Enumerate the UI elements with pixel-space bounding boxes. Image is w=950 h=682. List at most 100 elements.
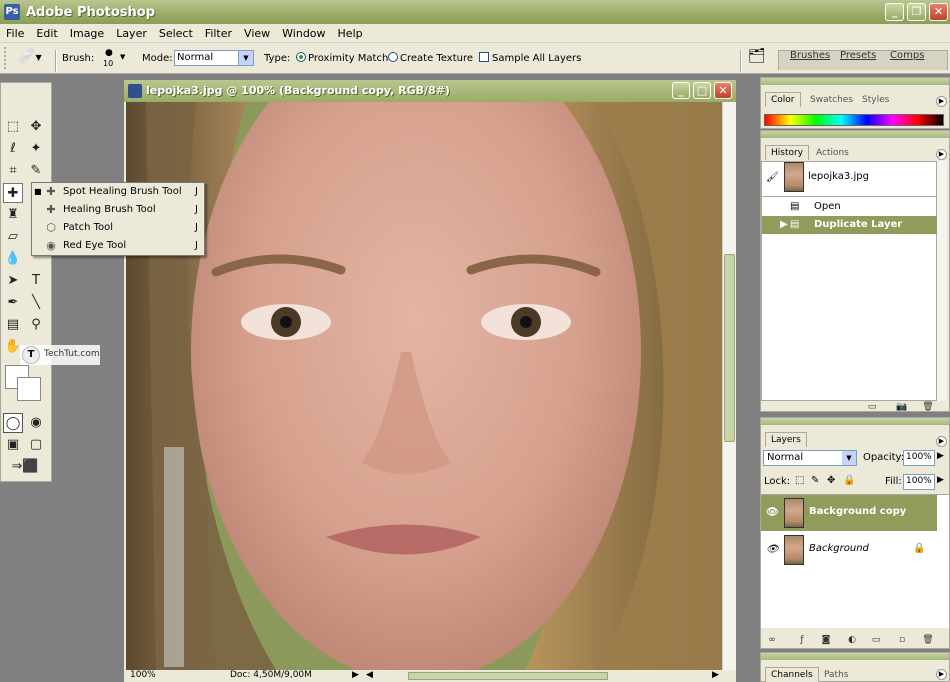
- menu-image[interactable]: Image: [64, 27, 110, 40]
- fullscreen-mode-icon[interactable]: ▢: [26, 435, 46, 455]
- flyout-item-patch[interactable]: ⬡ Patch Tool J: [32, 219, 204, 236]
- tab-layers[interactable]: Layers: [765, 432, 807, 447]
- palette-menu-icon[interactable]: ▶: [936, 436, 947, 447]
- flyout-item-healing-brush[interactable]: ✚ Healing Brush Tool J: [32, 201, 204, 218]
- tab-history[interactable]: History: [765, 145, 810, 160]
- marquee-tool-icon[interactable]: ⬚: [3, 117, 23, 137]
- notes-tool-icon[interactable]: ▤: [3, 315, 23, 335]
- pen-tool-icon[interactable]: ✒: [3, 293, 23, 313]
- crop-tool-icon[interactable]: ⌗: [3, 161, 23, 181]
- new-group-icon[interactable]: ▭: [869, 634, 883, 646]
- tab-styles[interactable]: Styles: [857, 93, 894, 107]
- menu-view[interactable]: View: [238, 27, 276, 40]
- palette-grip[interactable]: [761, 78, 949, 85]
- menu-window[interactable]: Window: [276, 27, 331, 40]
- type-tool-icon[interactable]: T: [26, 271, 46, 291]
- tab-color[interactable]: Color: [765, 92, 801, 107]
- trash-icon[interactable]: 🗑: [921, 634, 935, 646]
- lock-position-icon[interactable]: ✥: [827, 475, 835, 486]
- palette-grip[interactable]: [761, 131, 949, 138]
- snapshot-name[interactable]: lepojka3.jpg: [808, 171, 869, 182]
- eyedropper-tool-icon[interactable]: ⚲: [26, 315, 46, 335]
- jump-to-imageready-icon[interactable]: ⇒⬛: [3, 457, 47, 477]
- palette-grip[interactable]: [761, 653, 949, 660]
- menu-edit[interactable]: Edit: [30, 27, 63, 40]
- eraser-tool-icon[interactable]: ▱: [3, 227, 23, 247]
- tab-swatches[interactable]: Swatches: [805, 93, 858, 107]
- sample-all-layers-checkbox[interactable]: Sample All Layers: [479, 52, 581, 64]
- fill-slider-arrow-icon[interactable]: ▶: [937, 475, 944, 485]
- status-menu-arrow[interactable]: ▶: [352, 670, 359, 680]
- close-button[interactable]: ✕: [929, 3, 948, 21]
- healing-brush-tool-icon[interactable]: ✚: [3, 183, 23, 203]
- color-ramp[interactable]: [764, 114, 944, 126]
- layer-style-icon[interactable]: ƒ: [795, 634, 809, 646]
- radio-create-texture[interactable]: Create Texture: [388, 52, 473, 64]
- layer-row[interactable]: 👁 Background 🔒: [761, 532, 937, 568]
- palette-menu-icon[interactable]: ▶: [936, 669, 947, 680]
- layer-row-selected[interactable]: 👁 Background copy: [761, 495, 937, 531]
- image-canvas[interactable]: [126, 102, 722, 670]
- tab-channels[interactable]: Channels: [765, 667, 819, 682]
- adjustment-layer-icon[interactable]: ◐: [845, 634, 859, 646]
- zoom-level[interactable]: 100%: [130, 670, 156, 680]
- blur-tool-icon[interactable]: 💧: [3, 249, 23, 269]
- options-grip[interactable]: [4, 47, 16, 69]
- lock-image-icon[interactable]: ✎: [811, 475, 819, 486]
- mode-select[interactable]: Normal ▼: [174, 50, 254, 66]
- palette-menu-icon[interactable]: ▶: [936, 96, 947, 107]
- link-layers-icon[interactable]: ∞: [765, 634, 779, 646]
- menu-select[interactable]: Select: [153, 27, 199, 40]
- palette-grip[interactable]: [761, 418, 949, 425]
- fill-field[interactable]: 100%: [903, 474, 935, 490]
- palette-menu-icon[interactable]: ▶: [936, 149, 947, 160]
- slice-tool-icon[interactable]: ✎: [26, 161, 46, 181]
- quick-mask-icon[interactable]: ◉: [26, 413, 46, 433]
- opacity-slider-arrow-icon[interactable]: ▶: [937, 451, 944, 461]
- menu-filter[interactable]: Filter: [199, 27, 238, 40]
- clone-stamp-tool-icon[interactable]: ♜: [3, 205, 23, 225]
- history-item-selected[interactable]: ▶ ▤ Duplicate Layer: [762, 216, 938, 234]
- well-tab-presets[interactable]: Presets: [840, 50, 876, 61]
- brush-picker[interactable]: ● 10 ▼: [100, 47, 128, 69]
- menu-layer[interactable]: Layer: [110, 27, 153, 40]
- eye-icon[interactable]: 👁: [766, 507, 779, 518]
- well-tab-comps[interactable]: Comps: [890, 50, 924, 61]
- lock-all-icon[interactable]: 🔒: [843, 475, 855, 486]
- lock-transparency-icon[interactable]: ⬚: [795, 475, 804, 486]
- vertical-scrollbar[interactable]: [722, 102, 736, 670]
- scroll-right-arrow[interactable]: ▶: [712, 670, 719, 680]
- tab-actions[interactable]: Actions: [811, 146, 854, 160]
- new-snapshot-icon[interactable]: 📷: [895, 401, 909, 413]
- new-document-from-state-icon[interactable]: ▭: [865, 401, 879, 413]
- eye-icon[interactable]: 👁: [766, 544, 779, 555]
- move-tool-icon[interactable]: ✥: [26, 117, 46, 137]
- scrollbar-thumb[interactable]: [724, 254, 735, 442]
- flyout-item-spot-healing[interactable]: ■ ✚ Spot Healing Brush Tool J: [32, 183, 204, 200]
- radio-proximity-match[interactable]: Proximity Match: [296, 52, 388, 64]
- history-brush-icon[interactable]: 🖌: [766, 172, 779, 183]
- doc-close-button[interactable]: ✕: [714, 82, 732, 99]
- background-color-swatch[interactable]: [17, 377, 41, 401]
- menu-file[interactable]: File: [0, 27, 30, 40]
- menu-help[interactable]: Help: [332, 27, 369, 40]
- scroll-left-arrow[interactable]: ◀: [366, 670, 373, 680]
- minimize-button[interactable]: _: [885, 3, 904, 21]
- magic-wand-tool-icon[interactable]: ✦: [26, 139, 46, 159]
- well-tab-brushes[interactable]: Brushes: [790, 50, 830, 61]
- snapshot-thumbnail[interactable]: [784, 162, 804, 192]
- lasso-tool-icon[interactable]: ℓ: [3, 139, 23, 159]
- document-title-bar[interactable]: lepojka3.jpg @ 100% (Background copy, RG…: [124, 80, 736, 102]
- layer-mask-icon[interactable]: ◙: [819, 634, 833, 646]
- history-item[interactable]: ▤ Open: [762, 198, 938, 216]
- horizontal-scrollbar-thumb[interactable]: [408, 672, 608, 680]
- flyout-item-red-eye[interactable]: ◉ Red Eye Tool J: [32, 237, 204, 254]
- new-layer-icon[interactable]: ▫: [895, 634, 909, 646]
- doc-maximize-button[interactable]: □: [693, 82, 711, 99]
- standard-mode-icon[interactable]: ◯: [3, 413, 23, 433]
- line-tool-icon[interactable]: ╲: [26, 293, 46, 313]
- history-scrollbar[interactable]: [937, 161, 947, 401]
- doc-minimize-button[interactable]: _: [672, 82, 690, 99]
- screen-mode-icon[interactable]: ▣: [3, 435, 23, 455]
- opacity-field[interactable]: 100%: [903, 450, 935, 466]
